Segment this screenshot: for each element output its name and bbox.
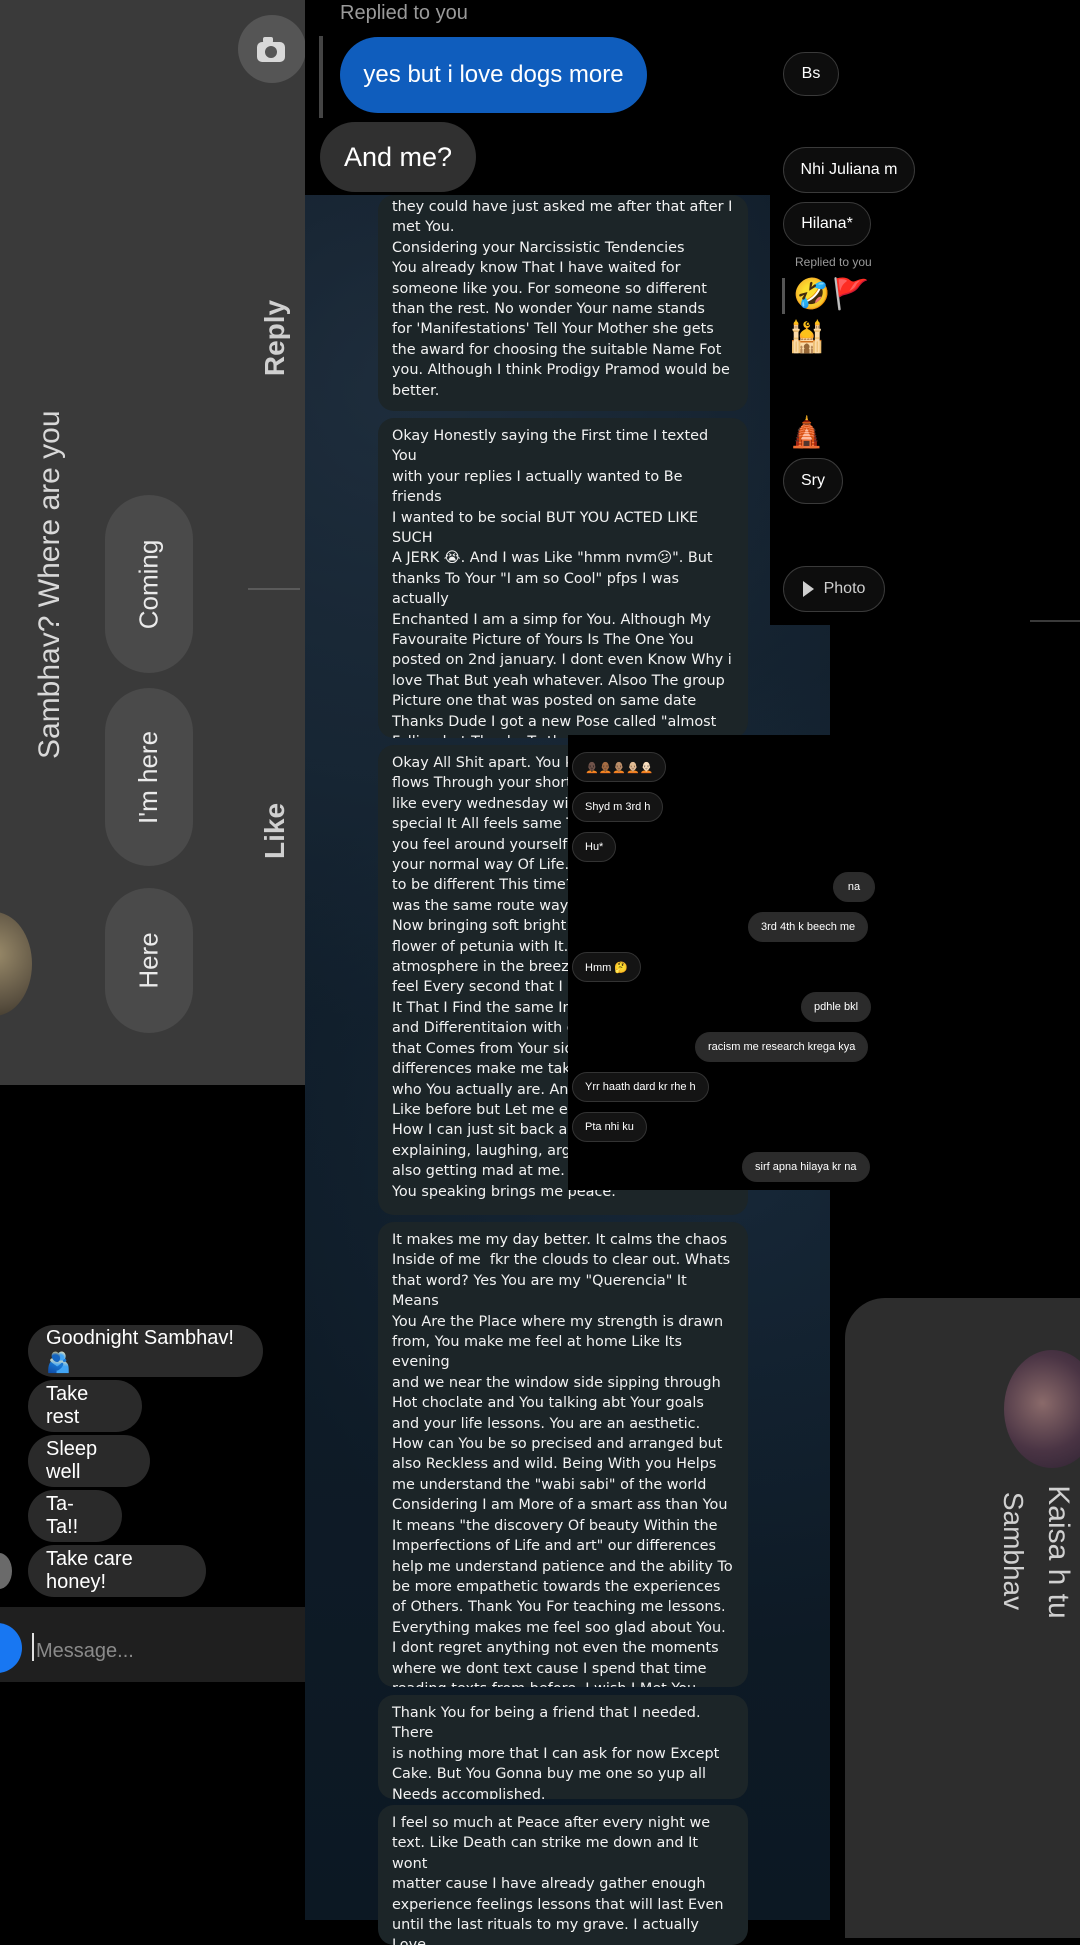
replied-label: Replied to you [340, 2, 468, 24]
quick-reply-label: Here [133, 932, 164, 989]
message-bubble: Shyd m 3rd h [572, 792, 664, 822]
message-bubble: 🧑🏿‍🦲🧑🏾‍🦲🧑🏽‍🦲🧑🏼‍🦲🧑🏻‍🦲 [572, 752, 667, 782]
letter-message: I feel so much at Peace after every nigh… [378, 1805, 748, 1945]
message-preview: Kaisa h tu [1042, 1485, 1075, 1619]
message-bubble: Sry [783, 458, 843, 504]
reply-indicator [782, 278, 785, 314]
rofl-emoji: 🤣 [793, 277, 831, 312]
message-bubble: sirf apna hilaya kr na [742, 1152, 870, 1182]
message-bubble: Hmm 🤔 [572, 952, 642, 982]
divider [1030, 620, 1080, 622]
avatar [0, 1553, 12, 1589]
message-bubble[interactable]: And me? [320, 122, 476, 192]
message-bubble: Hilana* [783, 202, 871, 246]
photo-label: Photo [823, 580, 866, 597]
message-bubble: Nhi Juliana m [783, 147, 915, 193]
message-bubble: 3rd 4th k beech me [748, 912, 869, 942]
temple-emoji: 🛕 [788, 415, 826, 450]
message-bubble: Sleep well [28, 1435, 150, 1487]
message-bubble: Take rest [28, 1380, 142, 1432]
quick-reply-label: Coming [133, 539, 164, 629]
letter-message: It makes me my day better. It calms the … [378, 1222, 748, 1687]
letter-message: Thank You for being a friend that I need… [378, 1695, 748, 1799]
quick-reply-coming[interactable]: Coming [105, 495, 193, 673]
message-input[interactable] [34, 1630, 298, 1672]
message-bubble: Hu* [572, 832, 617, 862]
red-flag-emoji: 🚩 [832, 277, 870, 312]
quick-reply-im-here[interactable]: I'm here [105, 688, 193, 866]
like-button[interactable]: Like [259, 791, 291, 871]
message-bubble: racism me research krega kya [695, 1032, 869, 1062]
quick-reply-here[interactable]: Here [105, 888, 193, 1033]
mosque-emoji: 🕌 [788, 320, 826, 355]
message-bubble: Take care honey! [28, 1545, 206, 1597]
message-bubble: pdhle bkl [801, 992, 872, 1022]
photo-message-button[interactable]: Photo [783, 566, 885, 612]
message-bubble: Goodnight Sambhav!🫂 [28, 1325, 263, 1377]
divider [248, 588, 300, 590]
replied-message-bubble[interactable]: yes but i love dogs more [340, 37, 647, 113]
left-chat-panel: Sambhav? Where are you Like Reply Coming… [0, 0, 305, 1085]
message-bubble: na [833, 872, 875, 902]
message-bubble: Bs [783, 52, 839, 96]
letter-message: Okay Honestly saying the First time I te… [378, 418, 748, 738]
message-bubble: Ta-Ta!! [28, 1490, 122, 1542]
chat-header-text: Sambhav? Where are you [33, 410, 66, 759]
message-bubble: Yrr haath dard kr rhe h [572, 1072, 709, 1102]
reply-button[interactable]: Reply [259, 298, 291, 378]
play-icon [802, 581, 814, 597]
reply-indicator [319, 36, 323, 118]
letter-message: they could have just asked me after that… [378, 195, 748, 411]
contact-name: Sambhav [998, 1491, 1029, 1611]
replied-label: Replied to you [795, 255, 872, 269]
quick-reply-label: I'm here [133, 730, 164, 824]
message-bubble: Pta nhi ku [572, 1112, 647, 1142]
camera-icon[interactable] [238, 15, 306, 83]
